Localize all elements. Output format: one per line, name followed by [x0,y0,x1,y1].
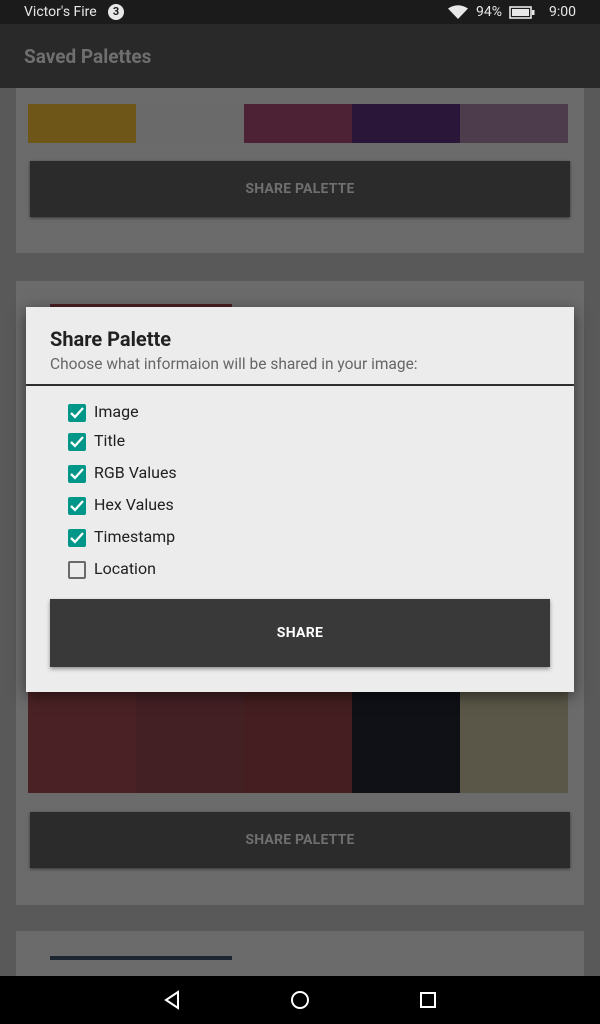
color-swatch[interactable] [136,692,244,793]
color-swatch[interactable] [244,104,352,143]
share-button[interactable]: SHARE [50,599,550,667]
share-palette-dialog: Share Palette Choose what informaion wil… [26,307,574,692]
checkbox-unchecked-icon[interactable] [68,561,86,579]
status-bar: Victor's Fire 3 94% 9:00 [0,0,600,24]
checkbox-checked-icon[interactable] [68,433,86,451]
app-bar: Saved Palettes [0,24,600,88]
option-label: Image [94,402,139,421]
checkbox-checked-icon[interactable] [68,497,86,515]
color-swatch[interactable] [136,104,244,143]
device-name: Victor's Fire [24,4,97,20]
color-swatch[interactable] [352,104,460,143]
option-label: Title [94,431,126,450]
clock: 9:00 [549,4,576,20]
color-swatch[interactable] [28,692,136,793]
color-swatch[interactable] [352,692,460,793]
checkbox-checked-icon[interactable] [68,404,86,422]
battery-icon [509,6,535,19]
palette-card: SHARE PALETTE [16,88,584,253]
recent-apps-icon[interactable] [418,988,438,1012]
option-label: RGB Values [94,463,177,482]
dialog-subtitle: Choose what informaion will be shared in… [50,355,418,373]
dialog-title: Share Palette [50,327,172,351]
share-palette-button[interactable]: SHARE PALETTE [30,161,570,217]
navigation-bar [0,976,600,1024]
checkbox-checked-icon[interactable] [68,465,86,483]
page-title: Saved Palettes [24,45,152,68]
palette-title-bar [50,956,232,960]
share-palette-button[interactable]: SHARE PALETTE [30,812,570,868]
checkbox-checked-icon[interactable] [68,529,86,547]
palette-swatches [28,692,568,793]
notification-badge: 3 [108,4,124,20]
color-swatch[interactable] [244,692,352,793]
back-icon[interactable] [162,988,182,1012]
option-label: Hex Values [94,495,174,514]
color-swatch[interactable] [28,104,136,143]
color-swatch[interactable] [460,692,568,793]
palette-swatches [28,104,568,143]
option-label: Location [94,559,156,578]
color-swatch[interactable] [460,104,568,143]
wifi-icon [448,5,468,19]
palette-card [16,931,584,976]
battery-percent: 94% [476,4,502,20]
option-label: Timestamp [94,527,176,546]
home-icon[interactable] [289,988,311,1012]
dialog-divider [26,384,574,386]
